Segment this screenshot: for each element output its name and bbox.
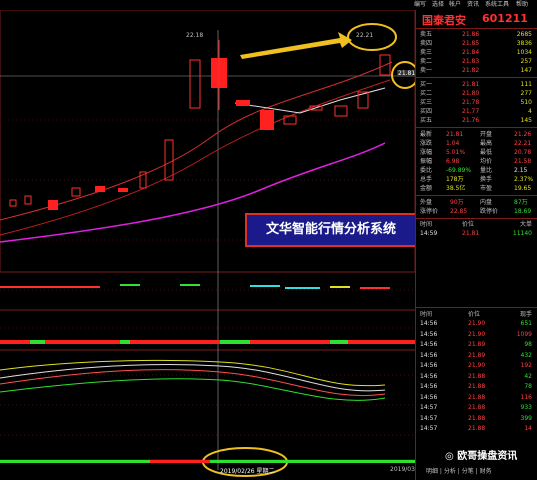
bid-row: 买五 21.76 145 (420, 117, 532, 124)
bid-row: 买四 21.77 4 (420, 108, 532, 115)
stat-row: 涨停价 22.85 跌停价 18.69 (420, 208, 532, 215)
ask-row: 卖二 21.83 257 (420, 58, 532, 65)
stat-row: 外盘 90万 内盘 87万 (420, 199, 528, 206)
tab-detail[interactable]: 明细 (426, 468, 438, 475)
stock-header: 国泰君安 601211 (416, 10, 537, 29)
tab-finance[interactable]: 财务 (480, 468, 492, 475)
menu-tools[interactable]: 系统工具 (485, 0, 509, 10)
wechat-icon: ◎ (445, 451, 454, 462)
bigorder-header: 时间 价位 大单 (420, 221, 532, 228)
high-label-left: 22.18 (186, 32, 204, 39)
ticks-header: 时间 价位 现手 (420, 311, 532, 318)
ask-row: 卖一 21.82 147 (420, 67, 532, 74)
date-end-label: 2019/03 (390, 466, 415, 473)
ask-row: 卖三 21.84 1034 (420, 49, 532, 56)
kline-chart[interactable]: 22.18 22.21 21.81 2019/02/26 星期二 2019/03… (0, 10, 417, 480)
tick-row: 14:56 21.89 98 (420, 341, 532, 348)
high-label-right: 22.21 (356, 32, 374, 39)
stat-row: 最新 21.81 开盘 21.26 (420, 131, 532, 138)
menu-bar: 编写 选择 帐户 资讯 系统工具 帮助 (0, 0, 537, 10)
stat-row: 振幅 6.98 均价 21.58 (420, 158, 532, 165)
tab-ticks[interactable]: 分笔 (462, 468, 474, 475)
tick-row: 14:56 21.90 192 (420, 362, 532, 369)
stock-name: 国泰君安 (422, 14, 466, 27)
menu-news[interactable]: 资讯 (467, 0, 479, 10)
bid-row: 买一 21.81 111 (420, 81, 532, 88)
tab-analysis[interactable]: 分析 (444, 468, 456, 475)
stock-code: 601211 (482, 12, 528, 25)
stat-row: 委比 -69.89% 量比 2.15 (420, 167, 528, 174)
bid-row: 买三 21.78 510 (420, 99, 532, 106)
tick-row: 14:56 21.90 651 (420, 320, 532, 327)
bottom-tabs: 明细 | 分析 | 分笔 | 财务 (426, 468, 492, 475)
watermark-banner: 文华智能行情分析系统 (245, 213, 417, 247)
price-marker: 21.81 (397, 70, 417, 77)
tick-row: 14:57 21.88 933 (420, 404, 532, 411)
stat-row: 涨跌 1.04 最高 22.21 (420, 140, 532, 147)
bigorder-row: 14:59 21.81 11140 (420, 230, 532, 237)
tick-row: 14:56 21.88 116 (420, 393, 532, 401)
tick-row: 14:56 21.88 78 (420, 383, 532, 390)
wechat-watermark: ◎ 欧哥操盘资讯 (445, 451, 518, 462)
stat-row: 金额 38.5亿 市盈 19.65 (420, 185, 532, 192)
stat-row: 涨幅 5.01% 最低 20.78 (420, 149, 532, 156)
menu-help[interactable]: 帮助 (516, 0, 528, 10)
tick-row: 14:56 21.89 432 (420, 351, 532, 359)
ask-row: 卖五 21.86 2685 (420, 31, 532, 38)
tick-row: 14:57 21.88 399 (420, 414, 532, 422)
menu-select[interactable]: 选择 (432, 0, 444, 10)
menu-edit[interactable]: 编写 (414, 0, 426, 10)
ask-row: 卖四 21.85 3836 (420, 40, 532, 47)
tick-row: 14:56 21.88 42 (420, 372, 532, 380)
menu-account[interactable]: 帐户 (449, 0, 461, 10)
date-cursor-label: 2019/02/26 星期二 (220, 468, 275, 475)
quote-panel: 国泰君安 601211 卖五 21.86 2685 卖四 21.85 3836 卖三 21… (415, 10, 537, 480)
stat-row: 总手 178万 换手 2.37% (420, 176, 534, 183)
bid-row: 买二 21.80 277 (420, 90, 532, 97)
tick-row: 14:56 21.90 1099 (420, 330, 532, 338)
tick-row: 14:57 21.88 14 (420, 425, 532, 432)
